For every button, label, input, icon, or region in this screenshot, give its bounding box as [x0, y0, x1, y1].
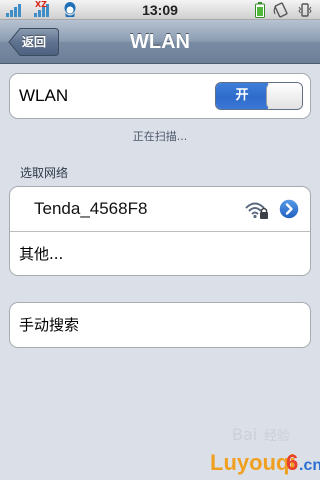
switch-on-label: 开: [216, 83, 268, 109]
svg-text:.cn: .cn: [299, 457, 320, 474]
vibrate-icon: [298, 3, 312, 17]
scanning-status: 正在扫描...: [132, 130, 188, 143]
svg-text:经验: 经验: [264, 428, 290, 444]
rotation-lock-icon: [273, 2, 288, 18]
network-section-header: 选取网络: [20, 166, 69, 180]
switch-knob: [266, 83, 302, 109]
wlan-toggle-cell: WLAN 开: [10, 74, 310, 118]
other-network-row[interactable]: 其他...: [10, 231, 310, 275]
wifi-lock-icon: [245, 202, 268, 219]
wlan-label: WLAN: [19, 86, 69, 105]
network-list-group: Tenda_4568F8 其他...: [9, 186, 311, 276]
other-network-label: 其他...: [19, 245, 64, 263]
svg-text:Bai: Bai: [232, 425, 257, 444]
manual-search-label: 手动搜索: [19, 316, 80, 334]
wlan-switch[interactable]: 开: [215, 82, 303, 110]
wlan-toggle-group: WLAN 开: [9, 73, 311, 119]
svg-text:Luyouqi: Luyouqi: [210, 450, 296, 475]
detail-disclosure-button[interactable]: [278, 198, 300, 220]
status-time: 13:09: [142, 2, 178, 18]
network-name: Tenda_4568F8: [34, 199, 148, 218]
svg-text:6: 6: [286, 450, 298, 475]
network-row[interactable]: Tenda_4568F8: [10, 187, 310, 231]
battery-icon: [255, 2, 265, 18]
navigation-bar: 返回 WLAN: [0, 20, 320, 64]
watermark-logo: Bai 经验 Luyouqi 6 .cn: [210, 425, 320, 475]
status-bar: XZ 13:09: [0, 0, 320, 20]
manual-search-group: 手动搜索: [9, 302, 311, 348]
page-title: WLAN: [130, 31, 190, 53]
manual-search-row[interactable]: 手动搜索: [10, 303, 310, 347]
